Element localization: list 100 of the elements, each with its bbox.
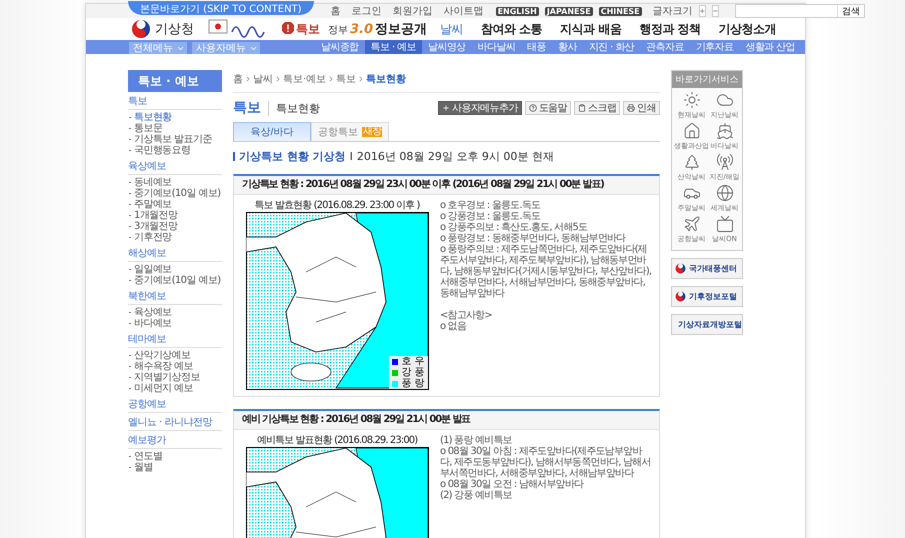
warning-text: (1) 풍랑 예비특보: [440, 435, 513, 446]
sidebar-item[interactable]: 동네예보: [128, 177, 222, 188]
note-title: <참고사항>: [440, 310, 493, 321]
tab[interactable]: 육상/바다: [233, 122, 311, 141]
search-field[interactable]: 검색: [735, 4, 866, 18]
sidebar-item[interactable]: 3개월전망: [128, 221, 222, 232]
sub-menu-item[interactable]: 기후자료: [690, 40, 740, 54]
chevron-right-icon: [274, 75, 282, 83]
warning-text: o 강풍주의보 : 흑산도.홍도, 서해5도: [440, 222, 588, 233]
sidebar-group-link[interactable]: 북한예보: [128, 288, 222, 305]
utility-link[interactable]: 사이트맵: [444, 4, 484, 18]
map-caption: 특보 발효현황 (2016.08.29. 23:00 이후 ): [254, 200, 420, 211]
utility-link[interactable]: 로그인: [352, 4, 382, 18]
sidebar-group-link[interactable]: 해상예보: [128, 245, 222, 262]
toolbar-button[interactable]: 인쇄: [623, 101, 660, 115]
sidebar-item[interactable]: 미세먼지 예보: [128, 383, 222, 394]
sidebar-item[interactable]: 연도별: [128, 451, 222, 462]
tree-icon: [682, 153, 700, 171]
note-text: o 없음: [440, 321, 468, 332]
sidebar-item[interactable]: 기상특보 발표기준: [128, 134, 222, 145]
heading-separator: I: [350, 150, 353, 163]
sidebar-item[interactable]: 통보문: [128, 123, 222, 134]
sub-menu-item[interactable]: 황사: [552, 40, 583, 54]
sidebar-group-link[interactable]: 테마예보: [128, 331, 222, 348]
sidebar-group-link[interactable]: 예보평가: [128, 432, 222, 449]
alert-sign-icon: [282, 22, 294, 36]
portal-banner-link[interactable]: 국가태풍센터: [671, 258, 743, 279]
sidebar-item[interactable]: 해수욕장 예보: [128, 361, 222, 372]
portal-banner-link[interactable]: 기후정보포털: [671, 286, 743, 307]
main-menu-item[interactable]: 참여와 소통: [472, 20, 552, 38]
gov-version-mark: 3.0: [350, 22, 374, 37]
quick-service-title: 바로가기서비스: [672, 71, 742, 88]
sidebar-item[interactable]: 중기예보(10일 예보): [128, 188, 222, 199]
breadcrumb-link[interactable]: 특보: [336, 72, 356, 86]
utility-link[interactable]: 회원가입: [392, 4, 433, 18]
sub-menu-item[interactable]: 태풍: [521, 40, 552, 54]
sub-menu-item[interactable]: 날씨종합: [315, 40, 365, 54]
tab[interactable]: 공항특보 새창: [311, 122, 389, 141]
sidebar-item[interactable]: 월별: [128, 462, 222, 473]
skip-to-content-link[interactable]: 본문바로가기 (SKIP TO CONTENT): [128, 1, 314, 15]
warning-text: o 08월 30일 오전 : 남해서부앞바다: [440, 479, 585, 490]
panel-title: 기상특보 현황 : 2016년 08월 29일 23시 00분 이후 (2016년 08월 29일 21시 00분 발표): [234, 176, 659, 195]
main-menu-item[interactable]: 행정과 정책: [630, 20, 710, 38]
page-title: 특보현황: [268, 100, 435, 116]
warning-text: o 풍랑경보 : 동해중부먼바다, 동해남부먼바다: [440, 233, 627, 244]
sidebar-item[interactable]: 중기예보(10일 예보): [128, 275, 222, 286]
open-info-link[interactable]: 정보공개: [375, 20, 428, 38]
sidebar-item[interactable]: 일일예보: [128, 264, 222, 275]
toolbar-button[interactable]: 도움말: [524, 101, 571, 115]
plane-icon: [682, 215, 700, 233]
sub-menu-item[interactable]: 바다날씨: [472, 40, 522, 54]
toolbar-button[interactable]: 스크랩: [574, 101, 620, 115]
main-menu-item[interactable]: 지식과 배움: [551, 20, 630, 38]
legend-item: 호 우: [389, 356, 428, 367]
breadcrumb-link[interactable]: 특보현황: [366, 72, 406, 86]
section-title: 특보: [233, 99, 261, 117]
language-link[interactable]: ENGLISH: [496, 6, 539, 16]
sidebar-item[interactable]: 산악기상예보: [128, 350, 222, 361]
breadcrumb-link[interactable]: 홈: [233, 72, 243, 86]
sidebar-item[interactable]: 바다예보: [128, 318, 222, 329]
sidebar-group-link[interactable]: 엘니뇨 · 라니냐전망: [128, 414, 222, 431]
sidebar-group-link[interactable]: 공항예보: [128, 396, 222, 413]
site-logo-text[interactable]: 기상청: [155, 20, 194, 38]
sub-menu-item[interactable]: 관측자료: [640, 40, 690, 54]
legend-item: 강 풍: [389, 367, 428, 378]
sidebar-item[interactable]: 1개월전망: [128, 210, 222, 221]
main-menu-item[interactable]: 기상청소개: [710, 20, 786, 38]
new-window-badge: 새창: [362, 127, 382, 137]
font-decrease-button[interactable]: −: [712, 5, 720, 17]
legend-item: 풍 랑: [389, 378, 428, 389]
sidebar-item[interactable]: 특보현황: [128, 112, 222, 123]
sidebar-item[interactable]: 국민행동요령: [128, 145, 222, 156]
sub-menu-item[interactable]: 생활과 산업: [739, 40, 801, 54]
gov-label: 정부: [328, 24, 348, 37]
font-size-control[interactable]: 글자크기: [652, 4, 693, 18]
language-link[interactable]: CHINESE: [598, 6, 642, 16]
warning-text: o 풍랑주의보 : 제주도남쪽먼바다, 제주도앞바다(제주도서부앞바다, 제주도북부앞바다), 남해동부먼바다, 남해동부앞바다(거제시동부앞바다, 부산앞바다), 서해중부먼바다, 서해남부먼바다, 동해중부앞바다, 동해남부앞바다: [440, 244, 652, 299]
alert-link[interactable]: 특보: [282, 20, 320, 38]
font-increase-button[interactable]: +: [698, 5, 706, 17]
chevron-right-icon: [244, 75, 252, 83]
sidebar-group-link[interactable]: 특보: [128, 93, 222, 110]
sub-menu-item[interactable]: 날씨영상: [422, 40, 472, 54]
sidebar-item[interactable]: 육상예보: [128, 307, 222, 318]
sub-menu-item[interactable]: 지진 · 화산: [582, 40, 640, 54]
sidebar-item[interactable]: 기후전망: [128, 232, 222, 243]
status-time: 2016년 08월 29일 오후 9시 00분 현재: [356, 149, 554, 164]
map-caption: 예비특보 발표현황 (2016.08.29. 23:00): [256, 435, 418, 446]
main-menu-item[interactable]: 날씨: [431, 20, 472, 38]
utility-link[interactable]: 홈: [330, 4, 341, 18]
sidebar-item[interactable]: 지역별기상정보: [128, 372, 222, 383]
sidebar-item[interactable]: 주말예보: [128, 199, 222, 210]
sub-menu-item[interactable]: 특보 · 예보: [364, 40, 422, 54]
language-link[interactable]: JAPANESE: [544, 6, 593, 16]
sidebar-group-link[interactable]: 육상예보: [128, 158, 222, 175]
portal-banner-link[interactable]: 기상자료개방포털: [671, 314, 743, 335]
toolbar-button[interactable]: 사용자메뉴추가: [438, 101, 522, 115]
status-heading: 기상특보 현황 기상청: [239, 149, 346, 164]
breadcrumb-link[interactable]: 날씨: [253, 72, 273, 86]
breadcrumb-link[interactable]: 특보·예보: [283, 72, 326, 86]
radio-tower-icon: [716, 153, 734, 171]
